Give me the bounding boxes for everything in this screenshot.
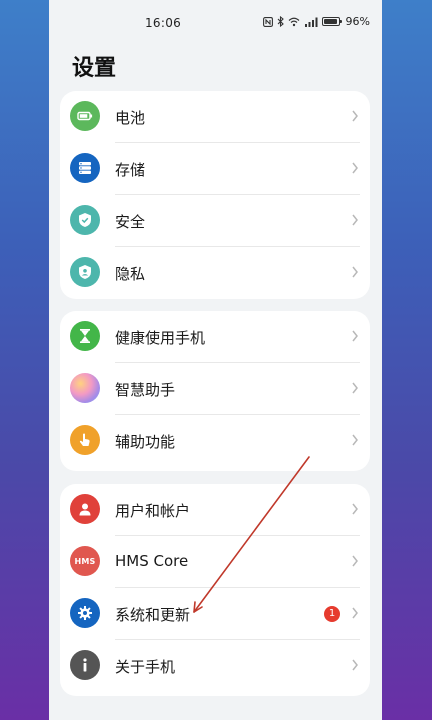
chevron-right-icon [352,434,358,446]
hms-icon-text: HMS [74,556,96,566]
chevron-right-icon [352,382,358,394]
settings-item-hms-core[interactable]: HMS HMS Core [60,536,370,588]
settings-item-system-updates[interactable]: 系统和更新 1 [60,588,370,640]
chevron-right-icon [352,266,358,278]
assistant-orb-icon [70,373,100,403]
privacy-shield-icon [70,257,100,287]
settings-item-label: 电池 [115,109,146,127]
settings-item-label: HMS Core [115,552,189,570]
settings-item-label: 隐私 [115,265,146,283]
status-bar: 16:06 96% [49,0,382,44]
settings-item-label: 安全 [115,213,146,231]
settings-item-label: 关于手机 [115,658,176,676]
gear-icon [70,598,100,628]
battery-fill [323,19,337,24]
page-title: 设置 [72,56,117,81]
chevron-right-icon [352,330,358,342]
settings-item-label: 辅助功能 [115,433,176,451]
settings-item-accessibility[interactable]: 辅助功能 [60,415,370,467]
status-time: 16:06 [145,16,182,30]
settings-item-label: 智慧助手 [115,381,176,399]
hand-pointer-icon [70,425,100,455]
shield-check-icon [70,205,100,235]
chevron-right-icon [352,162,358,174]
hms-icon: HMS [70,546,100,576]
battery-indicator [321,17,342,26]
settings-item-label: 系统和更新 [115,606,191,624]
chevron-right-icon [352,110,358,122]
nfc-icon [262,16,273,27]
bluetooth-icon [277,16,284,27]
battery-percent: 96% [345,15,370,28]
storage-icon [70,153,100,183]
settings-item-label: 健康使用手机 [115,329,206,347]
chevron-right-icon [352,503,358,515]
notification-badge: 1 [324,606,340,622]
chevron-right-icon [352,659,358,671]
settings-group-1: 电池 存储 安全 隐私 [60,91,370,299]
settings-screen: 16:06 96% 设置 电池 存储 安全 隐私 健康使用手机 智慧助手 辅助功… [49,0,382,720]
chevron-right-icon [352,607,358,619]
settings-item-about-phone[interactable]: 关于手机 [60,640,370,692]
settings-item-label: 存储 [115,161,146,179]
settings-item-users-accounts[interactable]: 用户和帐户 [60,484,370,536]
wifi-icon [288,17,299,26]
settings-group-2: 健康使用手机 智慧助手 辅助功能 [60,311,370,471]
signal-icon [304,17,318,27]
settings-item-storage[interactable]: 存储 [60,143,370,195]
settings-item-digital-balance[interactable]: 健康使用手机 [60,311,370,363]
status-icons: 96% [262,15,370,28]
settings-item-smart-assistant[interactable]: 智慧助手 [60,363,370,415]
hourglass-icon [70,321,100,351]
settings-item-privacy[interactable]: 隐私 [60,247,370,299]
chevron-right-icon [352,555,358,567]
settings-item-battery[interactable]: 电池 [60,91,370,143]
settings-group-3: 用户和帐户 HMS HMS Core 系统和更新 1 关于手机 [60,484,370,696]
chevron-right-icon [352,214,358,226]
settings-item-security[interactable]: 安全 [60,195,370,247]
settings-item-label: 用户和帐户 [115,502,191,520]
info-icon [70,650,100,680]
battery-icon [70,101,100,131]
user-icon [70,494,100,524]
